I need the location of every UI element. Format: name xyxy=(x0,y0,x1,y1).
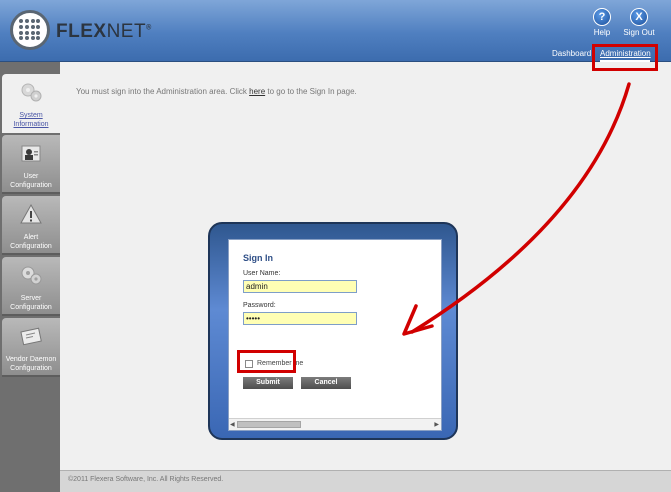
annotation-arrow-icon xyxy=(402,82,631,336)
